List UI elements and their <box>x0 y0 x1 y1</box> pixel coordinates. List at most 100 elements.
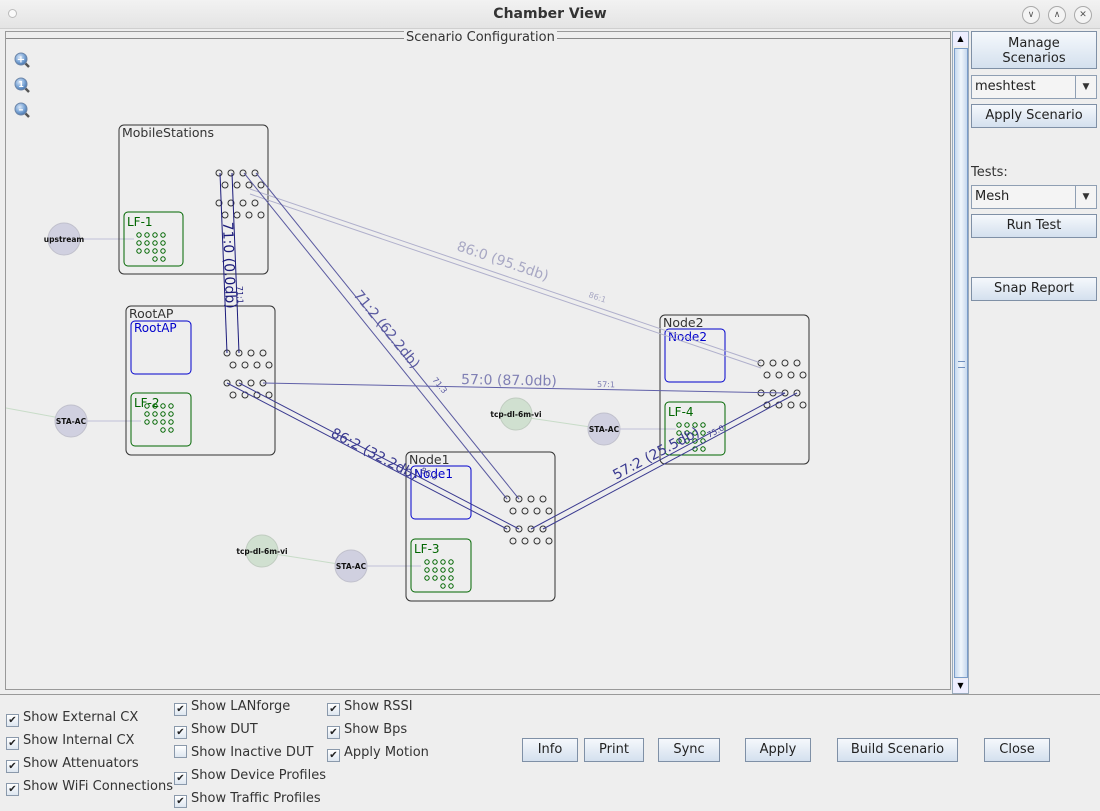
close-button[interactable]: Close <box>984 738 1050 762</box>
port-circle[interactable] <box>215 169 223 177</box>
checkbox-show-dut[interactable]: ✔ Show DUT <box>174 722 258 740</box>
port-circle[interactable] <box>539 495 547 503</box>
run-test-button[interactable]: Run Test <box>971 214 1097 238</box>
port-circle[interactable] <box>221 211 229 219</box>
port-circle[interactable] <box>245 211 253 219</box>
checkbox-show-wifi-connections[interactable]: ✔ Show WiFi Connections <box>6 779 173 797</box>
checkmark-icon[interactable]: ✔ <box>174 772 187 785</box>
zoom-out-icon[interactable]: – <box>14 102 30 118</box>
checkbox-show-inactive-dut[interactable]: Show Inactive DUT <box>174 745 313 763</box>
traffic-profile-tcp-dl-6m-vi[interactable]: tcp-dl-6m-vi <box>236 534 288 568</box>
checkbox-show-attenuators[interactable]: ✔ Show Attenuators <box>6 756 139 774</box>
manage-scenarios-button[interactable]: Manage Scenarios <box>971 31 1097 69</box>
chevron-down-icon[interactable]: ▼ <box>1075 76 1096 98</box>
port-circle[interactable] <box>247 349 255 357</box>
info-button[interactable]: Info <box>522 738 578 762</box>
dut-node2[interactable]: Node2 <box>664 328 726 383</box>
device-profile-sta-ac[interactable]: STA-AC <box>334 549 368 583</box>
print-button[interactable]: Print <box>584 738 644 762</box>
port-circle[interactable] <box>241 361 249 369</box>
scrollbar-thumb[interactable] <box>954 48 968 678</box>
checkmark-icon[interactable]: ✔ <box>6 714 19 727</box>
port-circle[interactable] <box>509 507 517 515</box>
apply-scenario-button[interactable]: Apply Scenario <box>971 104 1097 128</box>
checkbox-show-rssi[interactable]: ✔ Show RSSI <box>327 699 413 717</box>
port-circle[interactable] <box>775 371 783 379</box>
sync-button[interactable]: Sync <box>658 738 720 762</box>
port-circle[interactable] <box>253 361 261 369</box>
checkmark-icon[interactable]: ✔ <box>174 703 187 716</box>
device-profile-sta-ac[interactable]: STA-AC <box>587 412 621 446</box>
checkmark-icon[interactable]: ✔ <box>6 737 19 750</box>
zoom-reset-icon[interactable]: 1 <box>14 77 30 93</box>
checkmark-icon[interactable]: ✔ <box>174 726 187 739</box>
group-rootap[interactable]: RootAP RootAP LF-2 <box>125 305 276 456</box>
port-circle[interactable] <box>233 181 241 189</box>
port-circle[interactable] <box>763 371 771 379</box>
traffic-profile-tcp-dl-6m-vi[interactable]: tcp-dl-6m-vi <box>490 397 542 431</box>
port-circle[interactable] <box>799 401 807 409</box>
port-circle[interactable] <box>527 495 535 503</box>
port-circle[interactable] <box>521 507 529 515</box>
scroll-up-arrow-icon[interactable]: ▲ <box>953 32 968 46</box>
lanforge-lf-2[interactable]: LF-2 <box>130 392 192 447</box>
port-circle[interactable] <box>247 379 255 387</box>
group-mobilestations[interactable]: MobileStations LF-1 <box>118 124 269 275</box>
port-circle[interactable] <box>233 211 241 219</box>
checkmark-icon[interactable]: ✔ <box>6 760 19 773</box>
scroll-down-arrow-icon[interactable]: ▼ <box>953 679 968 693</box>
checkmark-icon[interactable]: ✔ <box>327 726 340 739</box>
port-circle[interactable] <box>787 401 795 409</box>
dut-rootap[interactable]: RootAP <box>130 320 192 375</box>
port-circle[interactable] <box>545 537 553 545</box>
maximize-icon[interactable]: ∧ <box>1048 6 1066 24</box>
checkbox-show-bps[interactable]: ✔ Show Bps <box>327 722 407 740</box>
port-circle[interactable] <box>787 371 795 379</box>
port-circle[interactable] <box>257 211 265 219</box>
port-circle[interactable] <box>781 359 789 367</box>
checkbox-show-lanforge[interactable]: ✔ Show LANforge <box>174 699 290 717</box>
port-circle[interactable] <box>229 391 237 399</box>
device-profile-upstream[interactable]: upstream <box>44 222 85 256</box>
tests-select[interactable]: Mesh ▼ <box>971 185 1097 209</box>
snap-report-button[interactable]: Snap Report <box>971 277 1097 301</box>
checkmark-icon[interactable]: ✔ <box>327 749 340 762</box>
port-circle[interactable] <box>221 181 229 189</box>
port-circle[interactable] <box>793 359 801 367</box>
port-circle[interactable] <box>521 537 529 545</box>
port-circle[interactable] <box>245 181 253 189</box>
canvas-vertical-scrollbar[interactable]: ▲ ▼ <box>952 31 969 694</box>
port-circle[interactable] <box>227 169 235 177</box>
checkmark-icon[interactable]: ✔ <box>174 795 187 808</box>
checkbox-show-traffic-profiles[interactable]: ✔ Show Traffic Profiles <box>174 791 321 809</box>
link-line-86-1[interactable] <box>249 193 762 369</box>
apply-button[interactable]: Apply <box>745 738 811 762</box>
port-circle[interactable] <box>769 359 777 367</box>
port-circle[interactable] <box>257 181 265 189</box>
chevron-down-icon[interactable]: ▼ <box>1075 186 1096 208</box>
checkmark-icon[interactable]: ✔ <box>327 703 340 716</box>
checkbox-apply-motion[interactable]: ✔ Apply Motion <box>327 745 429 763</box>
checkmark-icon[interactable]: ✔ <box>6 783 19 796</box>
unchecked-box-icon[interactable] <box>174 745 187 758</box>
port-circle[interactable] <box>259 349 267 357</box>
port-circle[interactable] <box>229 361 237 369</box>
zoom-in-icon[interactable]: + <box>14 52 30 68</box>
port-circle[interactable] <box>251 199 259 207</box>
checkbox-show-internal-cx[interactable]: ✔ Show Internal CX <box>6 733 134 751</box>
checkbox-show-device-profiles[interactable]: ✔ Show Device Profiles <box>174 768 326 786</box>
chamber-diagram[interactable]: + 1 – MobileStations LF-1 RootAP RootAP … <box>6 32 950 689</box>
checkbox-show-external-cx[interactable]: ✔ Show External CX <box>6 710 138 728</box>
minimize-icon[interactable]: ∨ <box>1022 6 1040 24</box>
port-circle[interactable] <box>533 537 541 545</box>
port-circle[interactable] <box>509 537 517 545</box>
build-scenario-button[interactable]: Build Scenario <box>837 738 958 762</box>
scenario-select[interactable]: meshtest ▼ <box>971 75 1097 99</box>
port-circle[interactable] <box>533 507 541 515</box>
port-circle[interactable] <box>239 199 247 207</box>
close-window-icon[interactable]: ✕ <box>1074 6 1092 24</box>
port-circle[interactable] <box>545 507 553 515</box>
device-profile-sta-ac[interactable]: STA-AC <box>54 404 88 438</box>
port-circle[interactable] <box>799 371 807 379</box>
port-circle[interactable] <box>265 361 273 369</box>
